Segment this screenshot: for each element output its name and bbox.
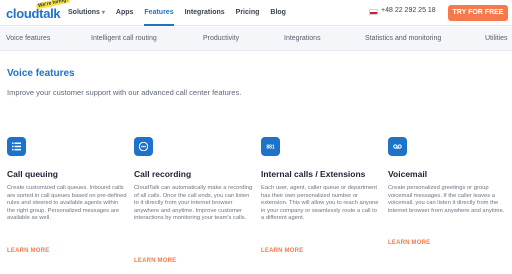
learn-more-link[interactable]: LEARN MORE [134, 258, 176, 264]
subnav-item-statistics-and-monitoring[interactable]: Statistics and monitoring [365, 27, 441, 50]
menu-item-label: Blog [270, 9, 286, 16]
menu-item-solutions[interactable]: Solutions ▾ [68, 0, 105, 26]
feature-card-voicemail: Voicemail Create personalized greetings … [388, 137, 508, 274]
top-navigation: cloudtalk We're hiring! Solutions ▾ Apps … [0, 0, 512, 26]
page-title: Voice features [7, 68, 75, 79]
feature-description: CloudTalk can automatically make a recor… [134, 185, 253, 222]
poland-flag-icon[interactable] [369, 9, 378, 15]
menu-item-label: Pricing [235, 9, 260, 16]
menu-item-pricing[interactable]: Pricing [236, 0, 260, 26]
list-icon [7, 137, 26, 156]
learn-more-link[interactable]: LEARN MORE [261, 248, 303, 254]
features-subnav: Voice features Intelligent call routing … [0, 27, 512, 51]
feature-title: Voicemail [388, 169, 428, 179]
menu-item-blog[interactable]: Blog [270, 0, 286, 26]
recording-icon [134, 137, 153, 156]
page-subtitle: Improve your customer support with our a… [7, 88, 242, 97]
subnav-item-utilities[interactable]: Utilities [485, 27, 508, 50]
logo-text: cloudtalk [6, 6, 61, 21]
feature-title: Call recording [134, 169, 192, 179]
feature-title: Internal calls / Extensions [261, 169, 366, 179]
menu-item-label: Solutions [68, 9, 100, 16]
learn-more-link[interactable]: LEARN MORE [388, 240, 430, 246]
menu-item-apps[interactable]: Apps [116, 0, 134, 26]
main-menu: Solutions ▾ Apps Features Integrations Pr… [68, 0, 297, 26]
menu-item-integrations[interactable]: Integrations [185, 0, 225, 26]
try-for-free-button[interactable]: TRY FOR FREE [448, 5, 508, 21]
menu-item-features[interactable]: Features [144, 0, 174, 26]
subnav-item-voice-features[interactable]: Voice features [6, 27, 50, 50]
menu-item-label: Apps [115, 9, 134, 16]
phone-number[interactable]: +48 22 292 25 18 [381, 7, 436, 14]
feature-card-call-recording: Call recording CloudTalk can automatical… [134, 137, 254, 274]
subnav-item-intelligent-call-routing[interactable]: Intelligent call routing [91, 27, 157, 50]
chevron-down-icon: ▾ [101, 10, 105, 16]
learn-more-link[interactable]: LEARN MORE [7, 248, 49, 254]
subnav-item-integrations[interactable]: Integrations [284, 27, 321, 50]
feature-card-call-queuing: Call queuing Create customized call queu… [7, 137, 127, 274]
voicemail-icon [388, 137, 407, 156]
menu-item-label: Features [144, 9, 174, 16]
subnav-item-productivity[interactable]: Productivity [203, 27, 239, 50]
feature-description: Create personalized greetings or group v… [388, 185, 505, 214]
feature-description: Each user, agent, caller queue or depart… [261, 185, 379, 222]
extension-icon: 881 [261, 137, 280, 156]
svg-text:881: 881 [266, 145, 275, 151]
menu-item-label: Integrations [184, 9, 225, 16]
feature-card-internal-calls: 881 Internal calls / Extensions Each use… [261, 137, 381, 274]
feature-description: Create customized call queues. Inbound c… [7, 185, 127, 222]
feature-title: Call queuing [7, 169, 58, 179]
